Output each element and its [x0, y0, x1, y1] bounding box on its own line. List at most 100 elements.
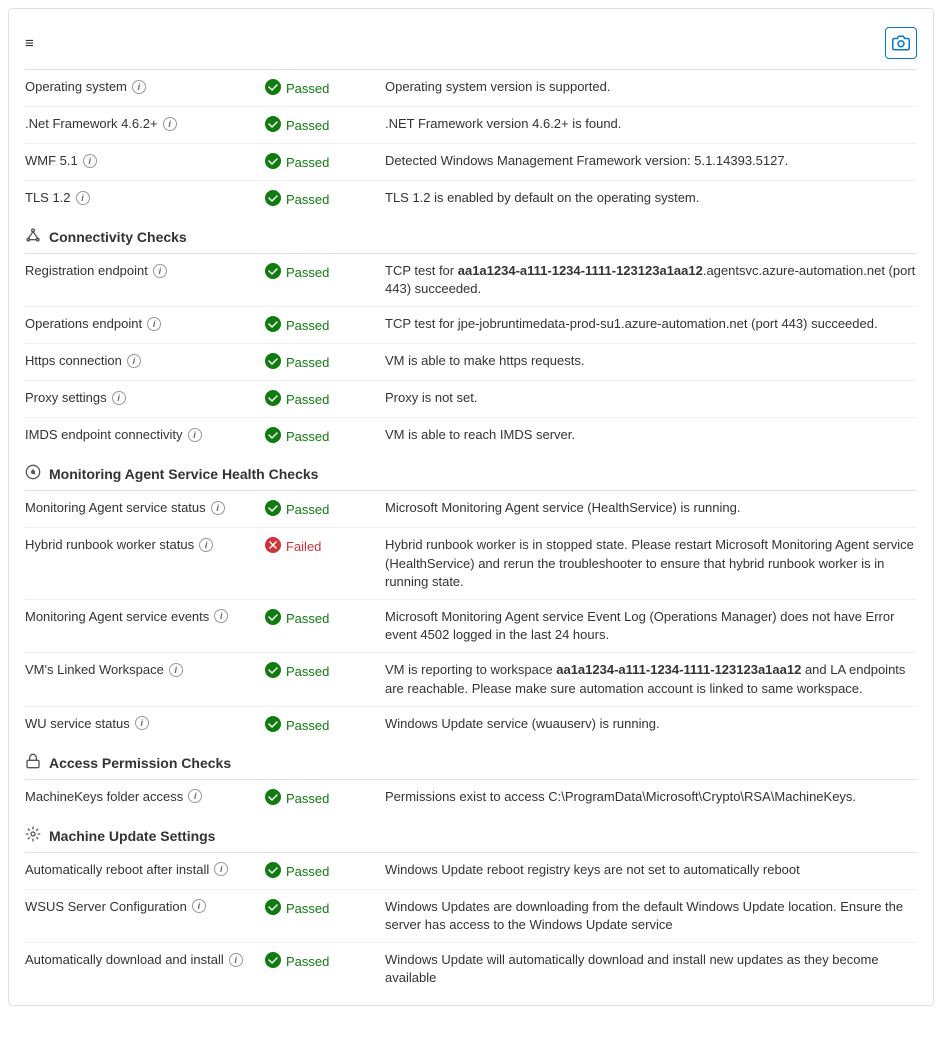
info-icon[interactable]: i: [188, 428, 202, 442]
status-badge: Passed: [265, 788, 385, 808]
info-icon[interactable]: i: [135, 716, 149, 730]
camera-button[interactable]: [885, 27, 917, 59]
info-icon[interactable]: i: [192, 899, 206, 913]
check-name-text: Operations endpoint: [25, 316, 142, 331]
passed-icon: [265, 500, 281, 519]
check-description: .NET Framework version 4.6.2+ is found.: [385, 115, 917, 133]
status-badge: Passed: [265, 389, 385, 409]
info-icon[interactable]: i: [153, 264, 167, 278]
check-description: Permissions exist to access C:\ProgramDa…: [385, 788, 917, 806]
section-access: Access Permission Checks MachineKeys fold…: [25, 743, 917, 816]
failed-icon: [265, 537, 281, 556]
info-icon[interactable]: i: [229, 953, 243, 967]
check-name: Operating systemi: [25, 78, 265, 94]
check-name: Operations endpoint i: [25, 315, 265, 331]
section-header-access: Access Permission Checks: [25, 743, 917, 780]
status-text: Passed: [286, 429, 329, 444]
table-row: Monitoring Agent service eventsi PassedM…: [25, 600, 917, 653]
check-description: Windows Update service (wuauserv) is run…: [385, 715, 917, 733]
section-icon-connectivity: [25, 227, 41, 247]
check-description: TCP test for aa1a1234-a111-1234-1111-123…: [385, 262, 917, 298]
check-name: Https connectioni: [25, 352, 265, 368]
info-icon[interactable]: i: [132, 80, 146, 94]
status-badge: Passed: [265, 352, 385, 372]
info-icon[interactable]: i: [214, 609, 228, 623]
info-icon[interactable]: i: [83, 154, 97, 168]
status-text: Passed: [286, 81, 329, 96]
status-badge: Failed: [265, 536, 385, 556]
status-badge: Passed: [265, 78, 385, 98]
status-text: Passed: [286, 791, 329, 806]
info-icon[interactable]: i: [169, 663, 183, 677]
check-name-text: Registration endpoint: [25, 263, 148, 278]
check-description: VM is able to make https requests.: [385, 352, 917, 370]
check-name: MachineKeys folder access i: [25, 788, 265, 804]
section-header-monitoring: Monitoring Agent Service Health Checks: [25, 454, 917, 491]
status-text: Passed: [286, 901, 329, 916]
passed-icon: [265, 899, 281, 918]
table-row: Registration endpoint i PassedTCP test fo…: [25, 254, 917, 307]
status-badge: Passed: [265, 426, 385, 446]
section-title-machine_update: Machine Update Settings: [49, 828, 215, 844]
section-icon-access: [25, 753, 41, 773]
check-name: Hybrid runbook worker status i: [25, 536, 265, 552]
check-description: Proxy is not set.: [385, 389, 917, 407]
info-icon[interactable]: i: [214, 862, 228, 876]
status-badge: Passed: [265, 499, 385, 519]
check-name: Automatically download and install i: [25, 951, 265, 967]
info-icon[interactable]: i: [163, 117, 177, 131]
info-icon[interactable]: i: [127, 354, 141, 368]
check-name-text: Automatically reboot after install: [25, 862, 209, 877]
section-title-connectivity: Connectivity Checks: [49, 229, 187, 245]
status-badge: Passed: [265, 715, 385, 735]
check-name: Automatically reboot after install i: [25, 861, 265, 877]
status-badge: Passed: [265, 898, 385, 918]
section-prerequisite: Operating systemi PassedOperating system…: [25, 70, 917, 217]
table-row: Operations endpointi PassedTCP test for …: [25, 307, 917, 344]
section-header-connectivity: Connectivity Checks: [25, 217, 917, 254]
check-description: Microsoft Monitoring Agent service Event…: [385, 608, 917, 644]
check-description: Windows Update will automatically downlo…: [385, 951, 917, 987]
check-description: TCP test for jpe-jobruntimedata-prod-su1…: [385, 315, 917, 333]
check-name-text: .Net Framework 4.6.2+: [25, 116, 158, 131]
check-name-text: Monitoring Agent service status: [25, 500, 206, 515]
info-icon[interactable]: i: [188, 789, 202, 803]
check-description: Windows Update reboot registry keys are …: [385, 861, 917, 879]
check-name-text: Hybrid runbook worker status: [25, 537, 194, 552]
section-title-access: Access Permission Checks: [49, 755, 231, 771]
check-description: Hybrid runbook worker is in stopped stat…: [385, 536, 917, 591]
table-row: IMDS endpoint connectivityi PassedVM is …: [25, 418, 917, 454]
status-text: Passed: [286, 718, 329, 733]
section-title-monitoring: Monitoring Agent Service Health Checks: [49, 466, 318, 482]
info-icon[interactable]: i: [211, 501, 225, 515]
table-row: VM's Linked Workspacei PassedVM is repor…: [25, 653, 917, 706]
info-icon[interactable]: i: [199, 538, 213, 552]
section-icon-monitoring: [25, 464, 41, 484]
info-icon[interactable]: i: [112, 391, 126, 405]
info-icon[interactable]: i: [76, 191, 90, 205]
status-text: Passed: [286, 355, 329, 370]
prereq-icon: ≡: [25, 35, 34, 52]
check-name-text: Automatically download and install: [25, 952, 224, 967]
check-description: TLS 1.2 is enabled by default on the ope…: [385, 189, 917, 207]
check-name-text: WMF 5.1: [25, 153, 78, 168]
status-badge: Passed: [265, 661, 385, 681]
status-text: Passed: [286, 864, 329, 879]
passed-icon: [265, 662, 281, 681]
table-row: WU service statusi PassedWindows Update …: [25, 707, 917, 743]
check-name-text: MachineKeys folder access: [25, 789, 183, 804]
status-badge: Passed: [265, 115, 385, 135]
status-text: Passed: [286, 392, 329, 407]
status-badge: Passed: [265, 861, 385, 881]
check-description: VM is able to reach IMDS server.: [385, 426, 917, 444]
status-badge: Passed: [265, 262, 385, 282]
top-bar: ≡: [25, 19, 917, 70]
section-monitoring: Monitoring Agent Service Health Checks Mo…: [25, 454, 917, 742]
info-icon[interactable]: i: [147, 317, 161, 331]
main-container: ≡ Operating systemi PassedOperating syst…: [8, 8, 934, 1006]
passed-icon: [265, 263, 281, 282]
status-text: Failed: [286, 539, 321, 554]
check-description: Microsoft Monitoring Agent service (Heal…: [385, 499, 917, 517]
status-text: Passed: [286, 502, 329, 517]
passed-icon: [265, 353, 281, 372]
